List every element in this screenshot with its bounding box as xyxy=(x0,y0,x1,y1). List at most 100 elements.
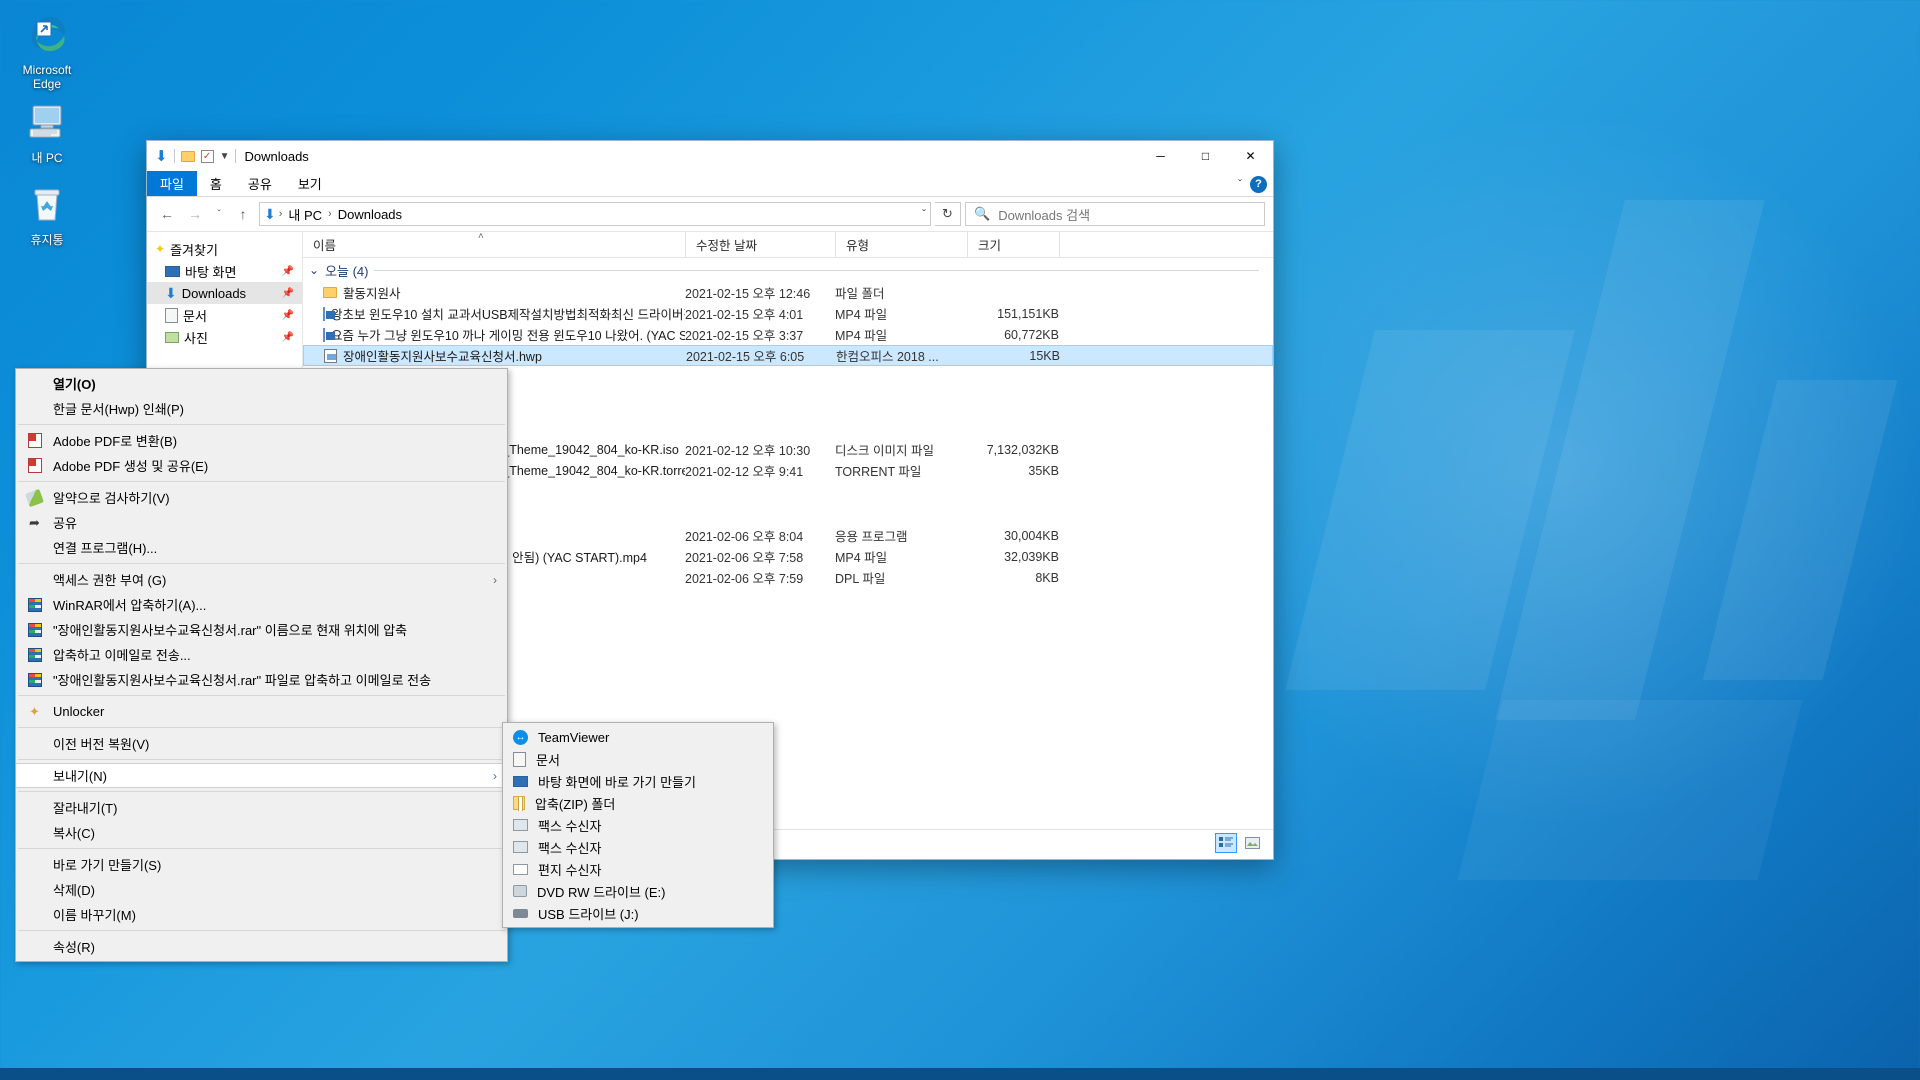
context-item-cut[interactable]: 잘라내기(T) xyxy=(16,795,507,820)
context-item-share[interactable]: ➦ 공유 xyxy=(16,510,507,535)
tab-file[interactable]: 파일 xyxy=(147,171,197,196)
sidebar-item-documents[interactable]: 문서 📌 xyxy=(147,304,302,326)
submenu-item-zip-folder[interactable]: 압축(ZIP) 폴더 xyxy=(503,792,773,814)
address-dropdown[interactable]: ˇ xyxy=(922,207,926,221)
table-row[interactable]: 왕초보 윈도우10 설치 교과서USB제작설치방법최적화최신 드라이버정품...… xyxy=(303,303,1273,324)
context-item-properties[interactable]: 속성(R) xyxy=(16,934,507,959)
back-button[interactable]: ← xyxy=(155,202,179,226)
context-item-open-with[interactable]: 연결 프로그램(H)... xyxy=(16,535,507,560)
download-icon[interactable]: ⬇ xyxy=(155,149,168,164)
context-item-send-to[interactable]: 보내기(N) › xyxy=(16,763,507,788)
search-input[interactable]: 🔍 Downloads 검색 xyxy=(965,202,1265,226)
thumbnail-view-button[interactable] xyxy=(1241,833,1263,853)
desktop-icon-this-pc[interactable]: 내 PC xyxy=(3,96,91,165)
minimize-button[interactable]: ─ xyxy=(1138,141,1183,171)
mail-icon xyxy=(513,863,528,875)
context-item-winrar-add[interactable]: WinRAR에서 압축하기(A)... xyxy=(16,592,507,617)
column-header-date[interactable]: 수정한 날짜 xyxy=(685,231,835,258)
maximize-button[interactable]: □ xyxy=(1183,141,1228,171)
context-item-copy[interactable]: 복사(C) xyxy=(16,820,507,845)
refresh-button[interactable]: ↻ xyxy=(935,202,961,226)
folder-icon[interactable] xyxy=(180,150,195,162)
file-name-cell[interactable]: 장애인활동지원사보수교육신청서.hwp xyxy=(304,346,686,365)
file-date-cell: 2021-02-15 오후 12:46 xyxy=(685,287,811,301)
submenu-item-documents[interactable]: 문서 xyxy=(503,748,773,770)
sidebar-item-desktop[interactable]: 바탕 화면 📌 xyxy=(147,260,302,282)
context-item-print-hwp[interactable]: 한글 문서(Hwp) 인쇄(P) xyxy=(16,396,507,421)
column-header-extra[interactable] xyxy=(1059,231,1119,258)
details-view-button[interactable] xyxy=(1215,832,1237,853)
star-icon: ✦ xyxy=(155,242,166,256)
submenu-item-teamviewer[interactable]: TeamViewer xyxy=(503,726,773,748)
context-menu[interactable]: 열기(O) 한글 문서(Hwp) 인쇄(P) Adobe PDF로 변환(B) … xyxy=(15,368,508,962)
window-controls[interactable]: ─ □ ✕ xyxy=(1138,141,1273,171)
column-headers[interactable]: 이름 수정한 날짜 유형 크기 ˄ xyxy=(303,231,1273,258)
file-size-cell: 7,132,032KB xyxy=(986,442,1059,457)
context-item-rename[interactable]: 이름 바꾸기(M) xyxy=(16,902,507,927)
desktop-icon-microsoft-edge[interactable]: Microsoft Edge xyxy=(3,8,91,91)
up-button[interactable]: ↑ xyxy=(231,202,255,226)
submenu-item-mail-recipient[interactable]: 편지 수신자 xyxy=(503,858,773,880)
submenu-item-desktop-shortcut[interactable]: 바탕 화면에 바로 가기 만들기 xyxy=(503,770,773,792)
quick-access-toolbar[interactable]: ⬇ ✓ ▼ xyxy=(155,149,237,164)
ribbon-collapse-icon[interactable]: ˇ xyxy=(1238,177,1242,191)
sidebar-item-pictures[interactable]: 사진 📌 xyxy=(147,326,302,348)
sidebar-item-downloads[interactable]: ⬇ Downloads 📌 xyxy=(147,282,302,304)
recent-locations-button[interactable]: ˇ xyxy=(211,202,227,226)
taskbar[interactable] xyxy=(0,1068,1920,1080)
context-item-scan-alyac[interactable]: 알약으로 검사하기(V) xyxy=(16,485,507,510)
context-item-delete[interactable]: 삭제(D) xyxy=(16,877,507,902)
context-item-winrar-add-here[interactable]: "장애인활동지원사보수교육신청서.rar" 이름으로 현재 위치에 압축 xyxy=(16,617,507,642)
submenu-item-fax-recipient-1[interactable]: 팩스 수신자 xyxy=(503,814,773,836)
context-item-restore-previous-versions[interactable]: 이전 버전 복원(V) xyxy=(16,731,507,756)
window-titlebar[interactable]: ⬇ ✓ ▼ Downloads ─ □ ✕ xyxy=(147,141,1273,171)
context-separator xyxy=(18,791,505,792)
context-item-create-share-pdf[interactable]: Adobe PDF 생성 및 공유(E) xyxy=(16,453,507,478)
submenu-item-fax-recipient-2[interactable]: 팩스 수신자 xyxy=(503,836,773,858)
pin-icon: 📌 xyxy=(281,265,294,277)
file-name-cell[interactable]: 활동지원사 xyxy=(303,283,685,302)
context-item-grant-access[interactable]: 액세스 권한 부여 (G) › xyxy=(16,567,507,592)
tab-share[interactable]: 공유 xyxy=(235,171,285,196)
table-row-selected[interactable]: 장애인활동지원사보수교육신청서.hwp 2021-02-15 오후 6:05 한… xyxy=(303,345,1273,366)
ribbon-tabs[interactable]: 파일 홈 공유 보기 ˇ ? xyxy=(147,171,1273,197)
column-header-name[interactable]: 이름 xyxy=(303,232,685,258)
column-header-type[interactable]: 유형 xyxy=(835,231,967,258)
sidebar-item-favorites[interactable]: ✦ 즐겨찾기 xyxy=(147,238,302,260)
breadcrumb-this-pc[interactable]: 내 PC xyxy=(285,205,325,224)
help-icon[interactable]: ? xyxy=(1250,175,1267,193)
address-bar[interactable]: ⬇ › 내 PC › Downloads ˇ xyxy=(259,202,931,226)
usb-icon xyxy=(513,908,528,918)
tab-view[interactable]: 보기 xyxy=(285,171,335,196)
submenu-item-usb-drive[interactable]: USB 드라이브 (J:) xyxy=(503,902,773,924)
context-separator xyxy=(18,424,505,425)
ribbon-right-controls[interactable]: ˇ ? xyxy=(1238,171,1267,197)
properties-icon[interactable]: ✓ xyxy=(200,149,214,163)
file-name-cell[interactable]: 요즘 누가 그냥 윈도우10 까나 게이밍 전용 윈도우10 나왔어. (YAC… xyxy=(303,325,685,344)
context-item-winrar-archive-email[interactable]: "장애인활동지원사보수교육신청서.rar" 파일로 압축하고 이메일로 전송 xyxy=(16,667,507,692)
no-icon xyxy=(26,539,43,556)
column-header-size[interactable]: 크기 xyxy=(967,231,1059,258)
table-row[interactable]: 활동지원사 2021-02-15 오후 12:46 파일 폴더 xyxy=(303,282,1273,303)
forward-button[interactable]: → xyxy=(183,202,207,226)
close-button[interactable]: ✕ xyxy=(1228,141,1273,171)
breadcrumb-downloads[interactable]: Downloads xyxy=(335,207,405,222)
table-row[interactable]: 요즘 누가 그냥 윈도우10 까나 게이밍 전용 윈도우10 나왔어. (YAC… xyxy=(303,324,1273,345)
file-date-cell: 2021-02-15 오후 6:05 xyxy=(686,350,805,364)
desktop-icon-recycle-bin[interactable]: 휴지통 xyxy=(3,178,91,247)
context-item-unlocker[interactable]: ✦ Unlocker xyxy=(16,699,507,724)
context-item-convert-to-pdf[interactable]: Adobe PDF로 변환(B) xyxy=(16,428,507,453)
group-header-today[interactable]: ⌄ 오늘 (4) xyxy=(303,258,1273,282)
context-item-winrar-compress-email[interactable]: 압축하고 이메일로 전송... xyxy=(16,642,507,667)
file-type-cell: 디스크 이미지 파일 xyxy=(835,444,934,458)
tab-home[interactable]: 홈 xyxy=(197,171,235,196)
context-item-label: Unlocker xyxy=(53,704,105,719)
context-item-open[interactable]: 열기(O) xyxy=(16,371,507,396)
group-collapse-icon[interactable]: ⌄ xyxy=(309,263,319,277)
chevron-down-icon[interactable]: ▼ xyxy=(220,151,230,162)
document-icon xyxy=(513,751,526,767)
file-name-cell[interactable]: 왕초보 윈도우10 설치 교과서USB제작설치방법최적화최신 드라이버정품... xyxy=(303,304,685,323)
context-item-create-shortcut[interactable]: 바로 가기 만들기(S) xyxy=(16,852,507,877)
send-to-submenu[interactable]: TeamViewer 문서 바탕 화면에 바로 가기 만들기 압축(ZIP) 폴… xyxy=(502,722,774,928)
submenu-item-dvd-drive[interactable]: DVD RW 드라이브 (E:) xyxy=(503,880,773,902)
